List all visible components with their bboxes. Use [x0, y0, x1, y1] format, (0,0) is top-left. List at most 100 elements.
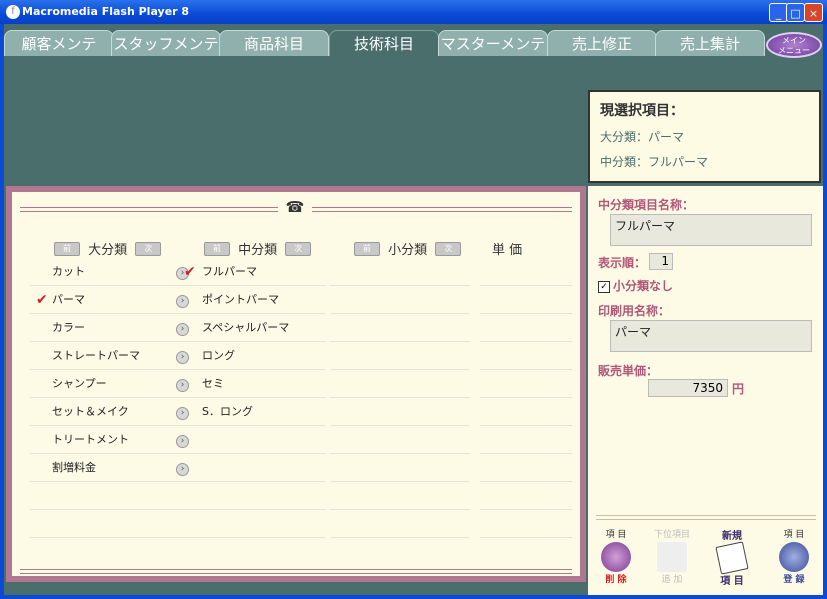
- empty-row: [30, 482, 188, 510]
- empty-row: [330, 454, 470, 482]
- tab-techniques[interactable]: 技術科目: [329, 30, 439, 56]
- phone-icon: ☎: [278, 198, 312, 216]
- delete-top-label: 項 目: [605, 530, 627, 540]
- large-category-item[interactable]: 割増料金 ›: [30, 454, 189, 482]
- add-lower-item-button[interactable]: 下位項目 追 加: [648, 527, 696, 587]
- middle-name-label: 中分類項目名称：: [598, 198, 695, 212]
- large-category-item[interactable]: トリートメント ›: [30, 426, 189, 454]
- large-category-item[interactable]: カラー ›: [30, 314, 189, 342]
- middle-prev-button[interactable]: 前: [204, 241, 230, 256]
- empty-row: [30, 510, 188, 538]
- price-label: 販売単価：: [598, 364, 659, 378]
- tab-master[interactable]: マスターメンテ: [438, 30, 548, 56]
- main-menu-label-2: メニュー: [778, 46, 810, 55]
- trash-icon: [601, 542, 631, 572]
- category-panel-inner: ☎ 前 大分類 次 前 中分類 次 前 小分類 次 単 価 カット › ✔ パー…: [12, 192, 580, 576]
- current-selection-heading: 現選択項目：: [600, 103, 684, 119]
- large-category-label: 割増料金: [52, 461, 96, 474]
- middle-column-label: 中分類: [238, 243, 278, 258]
- large-category-item[interactable]: セット＆メイク ›: [30, 398, 189, 426]
- display-order-input[interactable]: 1: [649, 253, 673, 270]
- middle-category-item[interactable]: S．ロング: [180, 398, 325, 426]
- middle-category-label: フルパーマ: [202, 265, 257, 278]
- new-top-label: 新規: [722, 531, 742, 542]
- price-list: [480, 258, 572, 538]
- empty-row: [330, 258, 470, 286]
- delete-bottom-label: 削 除: [605, 575, 627, 585]
- checkbox-checked-icon[interactable]: ✓: [598, 280, 610, 293]
- app-window: f Macromedia Flash Player 8 _ □ × 顧客メンテ …: [0, 0, 827, 599]
- small-prev-button[interactable]: 前: [354, 241, 380, 256]
- empty-row: [480, 258, 572, 286]
- empty-row: [480, 426, 572, 454]
- middle-category-label: S．ロング: [202, 405, 253, 418]
- large-next-button[interactable]: 次: [135, 241, 162, 256]
- title-bar: f Macromedia Flash Player 8 _ □ ×: [0, 0, 827, 24]
- save-top-label: 項 目: [783, 530, 805, 540]
- current-large-category: 大分類：パーマ: [600, 130, 685, 144]
- middle-next-button[interactable]: 次: [285, 241, 312, 256]
- large-category-label: カラー: [52, 321, 85, 334]
- new-item-button[interactable]: 新規 項 目: [708, 527, 756, 587]
- empty-row: [480, 398, 572, 426]
- tab-sales-correction[interactable]: 売上修正: [547, 30, 657, 56]
- large-category-item[interactable]: カット ›: [30, 258, 189, 286]
- large-category-label: ストレートパーマ: [52, 349, 140, 362]
- empty-row: [180, 510, 325, 538]
- middle-category-item[interactable]: ロング: [180, 342, 325, 370]
- large-category-item-selected[interactable]: ✔ パーマ ›: [30, 286, 189, 314]
- maximize-button[interactable]: □: [786, 3, 805, 22]
- middle-category-label: ポイントパーマ: [202, 293, 279, 306]
- print-name-input[interactable]: パーマ: [610, 320, 812, 352]
- empty-row: [330, 482, 470, 510]
- middle-category-item-selected[interactable]: ✔ フルパーマ: [180, 258, 325, 286]
- delete-item-button[interactable]: 項 目 削 除: [592, 527, 640, 587]
- bottom-divider: [20, 569, 572, 574]
- large-prev-button[interactable]: 前: [54, 241, 80, 256]
- price-input[interactable]: 7350: [648, 379, 728, 397]
- empty-row: [330, 286, 470, 314]
- middle-category-item[interactable]: ポイントパーマ: [180, 286, 325, 314]
- middle-category-item[interactable]: スペシャルパーマ: [180, 314, 325, 342]
- empty-row: [180, 426, 325, 454]
- price-unit: 円: [732, 382, 745, 396]
- middle-category-item[interactable]: セミ: [180, 370, 325, 398]
- tab-products[interactable]: 商品科目: [219, 30, 329, 56]
- app-client-area: 顧客メンテ スタッフメンテ 商品科目 技術科目 マスターメンテ 売上修正 売上集…: [4, 24, 823, 595]
- tab-sales-summary[interactable]: 売上集計: [655, 30, 765, 56]
- large-column-header: 前 大分類 次: [54, 239, 162, 258]
- close-button[interactable]: ×: [804, 3, 823, 22]
- middle-category-list: ✔ フルパーマ ポイントパーマ スペシャルパーマ ロング セミ S．ロング: [180, 258, 325, 538]
- main-menu-button[interactable]: メイン メニュー: [766, 32, 822, 58]
- tab-customer[interactable]: 顧客メンテ: [4, 30, 114, 56]
- empty-row: [480, 286, 572, 314]
- window-title: Macromedia Flash Player 8: [22, 5, 190, 18]
- flash-app-icon: f: [6, 5, 20, 19]
- large-category-item[interactable]: シャンプー ›: [30, 370, 189, 398]
- floppy-disk-icon: [779, 542, 809, 572]
- middle-column-header: 前 中分類 次: [204, 239, 312, 258]
- add-lower-bottom-label: 追 加: [661, 575, 683, 585]
- empty-row: [330, 510, 470, 538]
- checkmark-icon: ✔: [184, 264, 196, 280]
- tab-staff[interactable]: スタッフメンテ: [111, 30, 221, 56]
- empty-row: [330, 398, 470, 426]
- large-column-label: 大分類: [88, 243, 128, 258]
- empty-row: [180, 454, 325, 482]
- document-icon: [657, 542, 687, 572]
- empty-row: [480, 454, 572, 482]
- empty-row: [180, 482, 325, 510]
- main-tabs: 顧客メンテ スタッフメンテ 商品科目 技術科目 マスターメンテ 売上修正 売上集…: [4, 30, 823, 58]
- save-item-button[interactable]: 項 目 登 録: [770, 527, 818, 587]
- empty-row: [330, 342, 470, 370]
- large-category-item[interactable]: ストレートパーマ ›: [30, 342, 189, 370]
- large-category-label: トリートメント: [52, 433, 129, 446]
- empty-row: [330, 426, 470, 454]
- small-next-button[interactable]: 次: [435, 241, 462, 256]
- no-small-category-checkbox[interactable]: ✓ 小分類なし: [598, 277, 673, 294]
- middle-name-input[interactable]: フルパーマ: [610, 214, 812, 246]
- empty-row: [330, 314, 470, 342]
- new-bottom-label: 項 目: [720, 576, 744, 587]
- display-order-label: 表示順：: [598, 256, 647, 270]
- current-selection-panel: 現選択項目： 大分類：パーマ 中分類：フルパーマ: [588, 90, 821, 183]
